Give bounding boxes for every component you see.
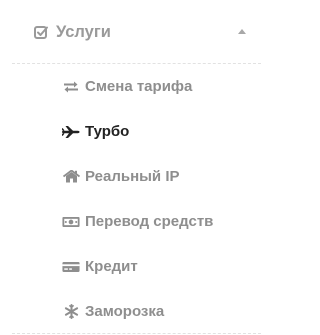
menu-item-real-ip[interactable]: Реальный IP [62, 154, 262, 199]
money-icon [62, 215, 80, 229]
menu-item-label: Смена тарифа [85, 78, 193, 95]
credit-card-icon [62, 260, 80, 274]
home-icon [62, 170, 80, 184]
exchange-icon [62, 80, 80, 94]
menu-item-credit[interactable]: Кредит [62, 244, 262, 289]
menu-item-label: Турбо [85, 123, 130, 140]
services-submenu: Смена тарифа Турбо Реальный IP Перевод с… [62, 64, 262, 334]
menu-item-money-transfer[interactable]: Перевод средств [62, 199, 262, 244]
section-divider-bottom [12, 333, 261, 334]
services-sidebar-panel: Услуги Смена тарифа Турбо Реальный IP Пе… [0, 0, 273, 335]
services-section-header[interactable]: Услуги [12, 8, 262, 56]
snowflake-icon [62, 304, 80, 319]
chevron-up-icon[interactable] [238, 29, 246, 34]
menu-item-turbo[interactable]: Турбо [62, 109, 262, 154]
menu-item-label: Реальный IP [85, 168, 180, 185]
plane-icon [62, 125, 80, 139]
check-square-icon [32, 23, 50, 41]
menu-item-label: Перевод средств [85, 213, 214, 230]
services-section-title: Услуги [56, 22, 111, 41]
menu-item-freeze[interactable]: Заморозка [62, 289, 262, 334]
menu-item-label: Заморозка [85, 303, 165, 320]
menu-item-label: Кредит [85, 258, 138, 275]
menu-item-change-tariff[interactable]: Смена тарифа [62, 64, 262, 109]
